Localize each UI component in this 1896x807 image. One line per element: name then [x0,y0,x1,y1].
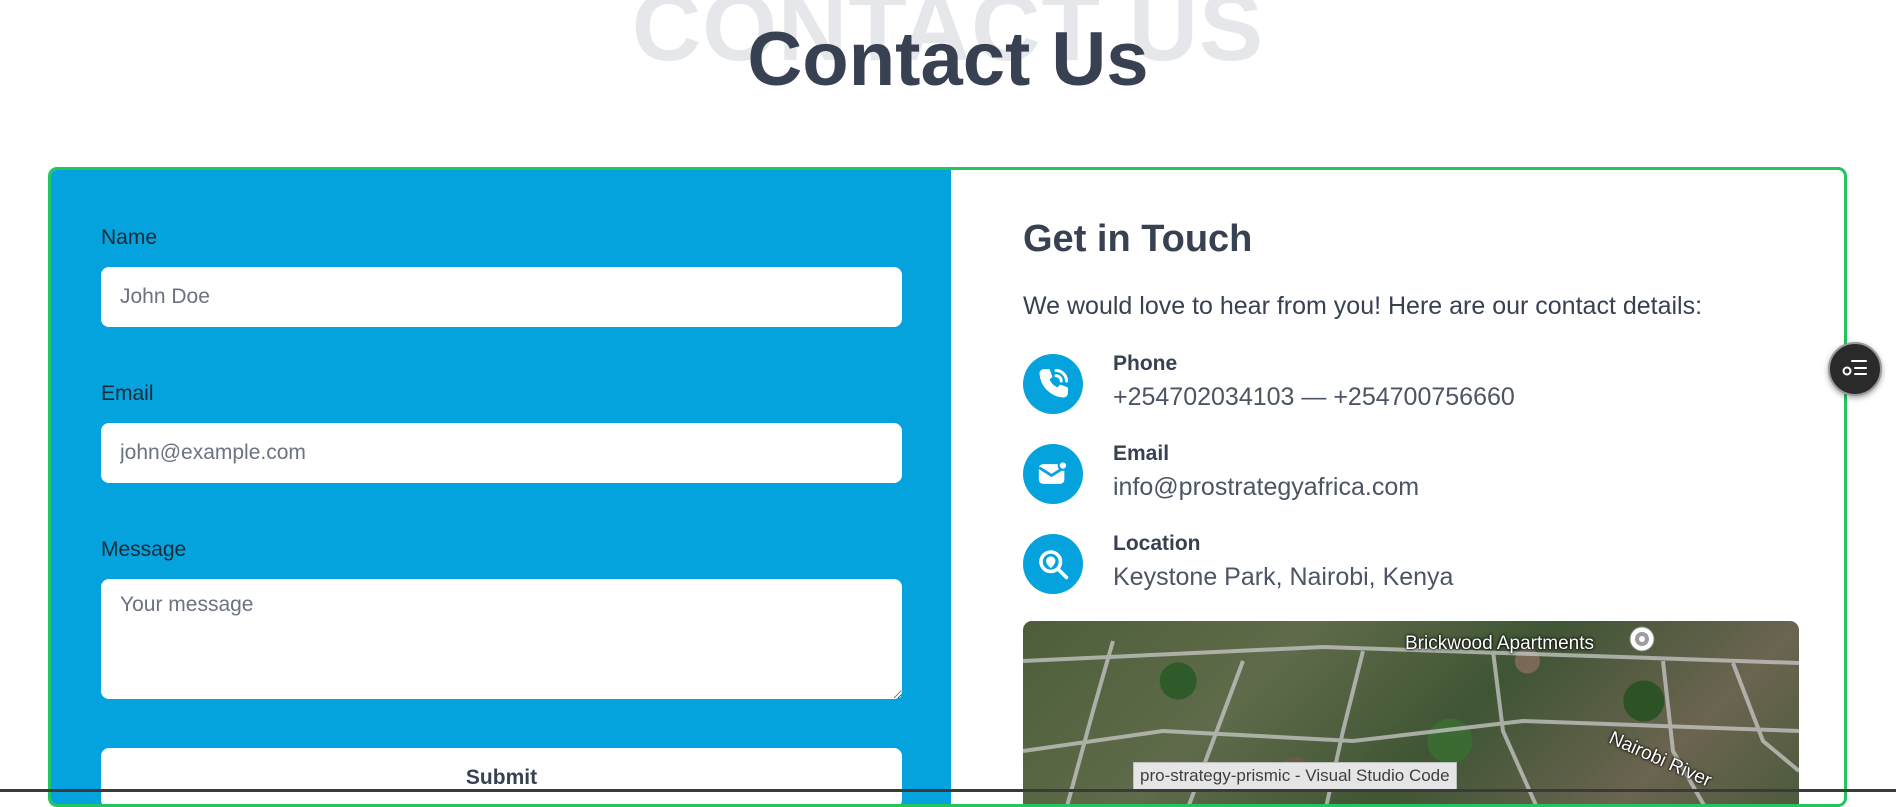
toggle-list-icon [1841,357,1869,382]
floating-menu-button[interactable] [1828,342,1882,396]
phone-icon [1023,354,1083,414]
taskbar-tooltip: pro-strategy-prismic - Visual Studio Cod… [1133,762,1457,790]
contact-item-phone: Phone +254702034103 — +254700756660 [1023,352,1723,416]
email-input[interactable] [101,423,902,483]
location-label: Location [1113,532,1201,555]
page-title: Contact Us [747,17,1149,102]
email-value: info@prostrategyafrica.com [1113,473,1420,501]
info-intro: We would love to hear from you! Here are… [1023,292,1703,320]
map-pin-icon[interactable] [1628,625,1656,653]
contact-item-location: Location Keystone Park, Nairobi, Kenya [1023,532,1723,596]
map-place-label: Brickwood Apartments [1405,633,1595,654]
message-textarea[interactable] [101,579,902,699]
contact-card: Name Email Message Submit Get in Touch W… [48,167,1847,807]
contact-info-panel: Get in Touch We would love to hear from … [951,170,1844,804]
contact-form: Name Email Message Submit [51,170,951,804]
message-label: Message [101,538,187,561]
location-value: Keystone Park, Nairobi, Kenya [1113,563,1454,591]
contact-item-email: Email info@prostrategyafrica.com [1023,442,1723,506]
location-search-icon [1023,534,1083,594]
phone-label: Phone [1113,352,1178,375]
mail-icon [1023,444,1083,504]
name-label: Name [101,226,158,249]
phone-value: +254702034103 — +254700756660 [1113,383,1515,411]
name-input[interactable] [101,267,902,327]
submit-button[interactable]: Submit [101,748,902,804]
email-contact-label: Email [1113,442,1170,465]
info-title: Get in Touch [1023,218,1253,260]
email-label: Email [101,382,154,405]
